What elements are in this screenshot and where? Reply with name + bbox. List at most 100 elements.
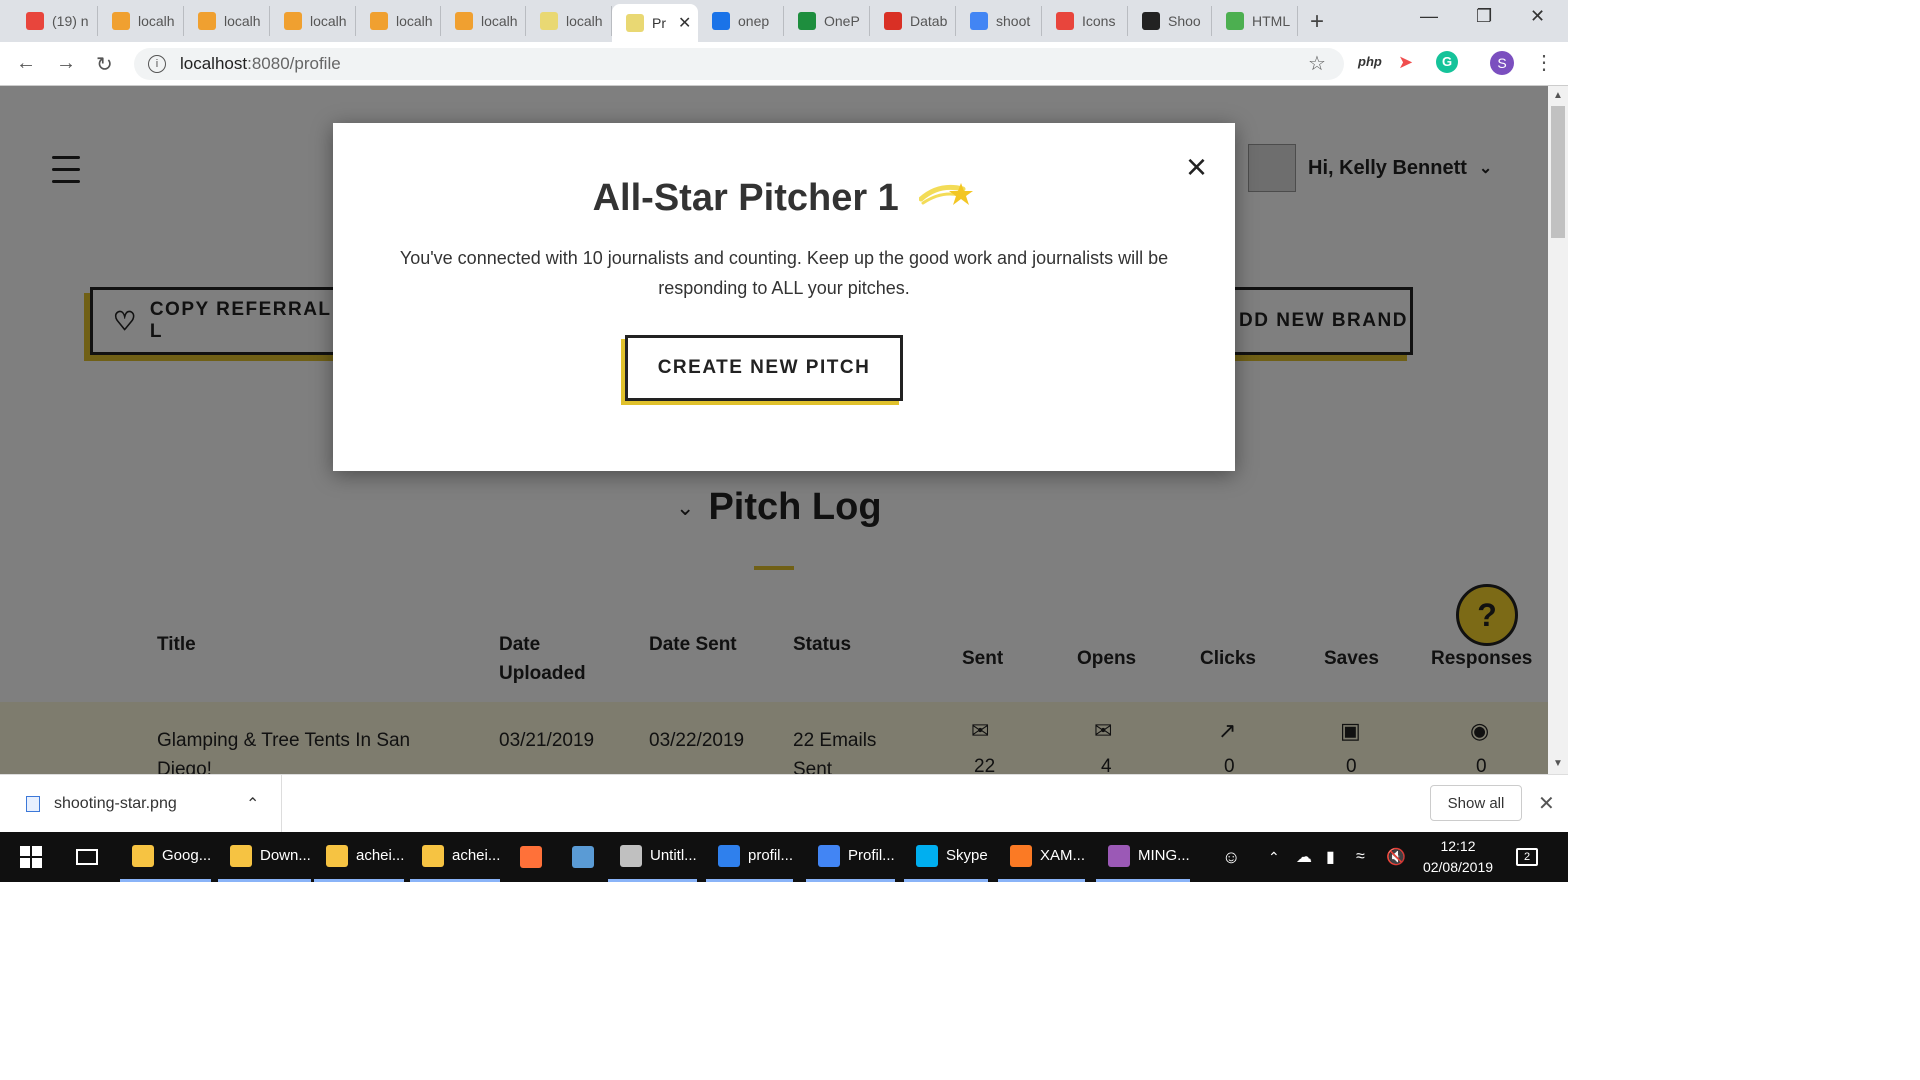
image-file-icon <box>26 796 40 812</box>
close-icon[interactable]: ✕ <box>1538 791 1555 816</box>
browser-tab[interactable]: onep <box>698 6 784 36</box>
tab-label: localh <box>566 13 603 29</box>
page-icon <box>540 12 558 30</box>
info-icon[interactable]: i <box>148 55 166 73</box>
taskbar-app[interactable]: profil... <box>706 832 794 882</box>
url-host: localhost <box>180 54 248 73</box>
app-icon <box>620 844 642 867</box>
arrow-extension-icon[interactable]: ➤ <box>1398 52 1413 73</box>
tab-label: Icons <box>1082 13 1116 29</box>
tab-label: localh <box>310 13 347 29</box>
app-icon <box>572 846 594 868</box>
browser-tab[interactable]: Pr ✕ <box>612 4 698 42</box>
w3-icon <box>1226 12 1244 30</box>
tab-label: localh <box>138 13 175 29</box>
m-icon <box>1056 12 1074 30</box>
browser-tab[interactable]: Datab <box>870 6 956 36</box>
taskbar-app-label: Profil... <box>848 847 895 864</box>
close-tab-icon[interactable]: ✕ <box>678 13 691 33</box>
task-view-icon[interactable] <box>64 832 98 882</box>
page-icon <box>626 14 644 32</box>
create-new-pitch-button[interactable]: CREATE NEW PITCH <box>625 335 903 401</box>
browser-tab[interactable]: shoot <box>956 6 1042 36</box>
browser-tab[interactable]: localh <box>98 6 184 36</box>
browser-tab[interactable]: Icons <box>1042 6 1128 36</box>
app-icon <box>132 844 154 867</box>
chevron-up-icon[interactable]: ⌃ <box>1256 832 1280 882</box>
scroll-up-icon[interactable]: ▲ <box>1553 90 1563 101</box>
sheets-icon <box>798 12 816 30</box>
show-all-button[interactable]: Show all <box>1430 785 1522 821</box>
close-window-button[interactable]: ✕ <box>1530 6 1545 27</box>
browser-tab[interactable]: localh <box>270 6 356 36</box>
people-icon[interactable]: ☺ <box>1210 832 1240 882</box>
browser-tab[interactable]: Shoo <box>1128 6 1212 36</box>
pma-icon <box>112 12 130 30</box>
browser-tab[interactable]: HTML <box>1212 6 1298 36</box>
new-tab-button[interactable]: + <box>1310 8 1324 36</box>
trello-icon <box>712 12 730 30</box>
minimize-button[interactable]: — <box>1420 6 1438 27</box>
wifi-icon[interactable]: ≈ <box>1344 832 1365 882</box>
tab-label: HTML <box>1252 13 1291 29</box>
grammarly-icon[interactable]: G <box>1436 51 1458 73</box>
tab-label: shoot <box>996 13 1031 29</box>
achievement-modal: × All-Star Pitcher 1 You've connected wi… <box>333 123 1235 471</box>
scrollbar-thumb[interactable] <box>1551 106 1565 238</box>
taskbar-app[interactable]: XAM... <box>998 832 1086 882</box>
app-icon <box>422 844 444 867</box>
pma-icon <box>284 12 302 30</box>
clock-time: 12:12 <box>1440 838 1476 854</box>
taskbar-app[interactable] <box>508 832 542 882</box>
onedrive-icon[interactable]: ☁ <box>1284 832 1312 882</box>
taskbar-app[interactable]: achei... <box>314 832 405 882</box>
app-icon <box>1108 844 1130 867</box>
battery-icon[interactable]: ▮ <box>1314 832 1335 882</box>
notifications-icon[interactable]: 2 <box>1504 832 1538 882</box>
volume-muted-icon[interactable]: 🔇 <box>1374 832 1406 882</box>
profile-avatar[interactable]: S <box>1490 51 1514 75</box>
browser-tab[interactable]: localh <box>184 6 270 36</box>
browser-tab[interactable]: OneP <box>784 6 870 36</box>
chevron-up-icon[interactable]: ⌃ <box>246 794 259 814</box>
windows-taskbar: ☺ ⌃ ☁ ▮ ≈ 🔇 12:12 02/08/2019 2 Goog... Do… <box>0 832 1568 882</box>
download-filename: shooting-star.png <box>54 795 177 812</box>
menu-kebab-icon[interactable]: ⋮ <box>1534 50 1554 75</box>
browser-tab[interactable]: localh <box>441 6 526 36</box>
browser-tab[interactable]: localh <box>356 6 441 36</box>
tab-label: localh <box>224 13 261 29</box>
tab-label: OneP <box>824 13 860 29</box>
download-item[interactable]: shooting-star.png ⌃ <box>0 775 282 833</box>
url-path: :8080/profile <box>247 54 341 73</box>
shooting-star-icon <box>918 178 975 221</box>
browser-tab[interactable]: localh <box>526 6 612 36</box>
forward-arrow-icon[interactable]: → <box>56 52 76 75</box>
restore-button[interactable]: ❐ <box>1476 6 1492 27</box>
tab-label: Shoo <box>1168 13 1201 29</box>
tab-label: localh <box>481 13 518 29</box>
taskbar-app[interactable]: Profil... <box>806 832 895 882</box>
taskbar-app-label: achei... <box>452 847 501 864</box>
pma-icon <box>455 12 473 30</box>
taskbar-app[interactable]: Down... <box>218 832 311 882</box>
notification-count: 2 <box>1516 848 1538 866</box>
page-scrollbar[interactable]: ▲ ▼ <box>1548 86 1568 774</box>
taskbar-app[interactable]: achei... <box>410 832 501 882</box>
taskbar-app[interactable]: Skype <box>904 832 988 882</box>
address-bar[interactable]: i localhost:8080/profile <box>134 48 1344 80</box>
download-bar: shooting-star.png ⌃ Show all ✕ <box>0 774 1568 833</box>
taskbar-app[interactable]: Untitl... <box>608 832 697 882</box>
tab-label: Pr <box>652 15 666 31</box>
windows-start-icon[interactable] <box>8 832 42 882</box>
system-clock[interactable]: 12:12 02/08/2019 <box>1420 836 1496 878</box>
back-arrow-icon[interactable]: ← <box>16 52 36 75</box>
taskbar-app[interactable] <box>560 832 594 882</box>
taskbar-app[interactable]: Goog... <box>120 832 212 882</box>
taskbar-app[interactable]: MING... <box>1096 832 1190 882</box>
bookmark-star-icon[interactable]: ☆ <box>1308 51 1326 76</box>
browser-tab[interactable]: (19) n <box>12 6 98 36</box>
reload-icon[interactable]: ↻ <box>96 52 113 77</box>
php-extension-icon[interactable]: php <box>1358 54 1382 69</box>
app-icon <box>818 844 840 867</box>
scroll-down-icon[interactable]: ▼ <box>1553 758 1563 769</box>
